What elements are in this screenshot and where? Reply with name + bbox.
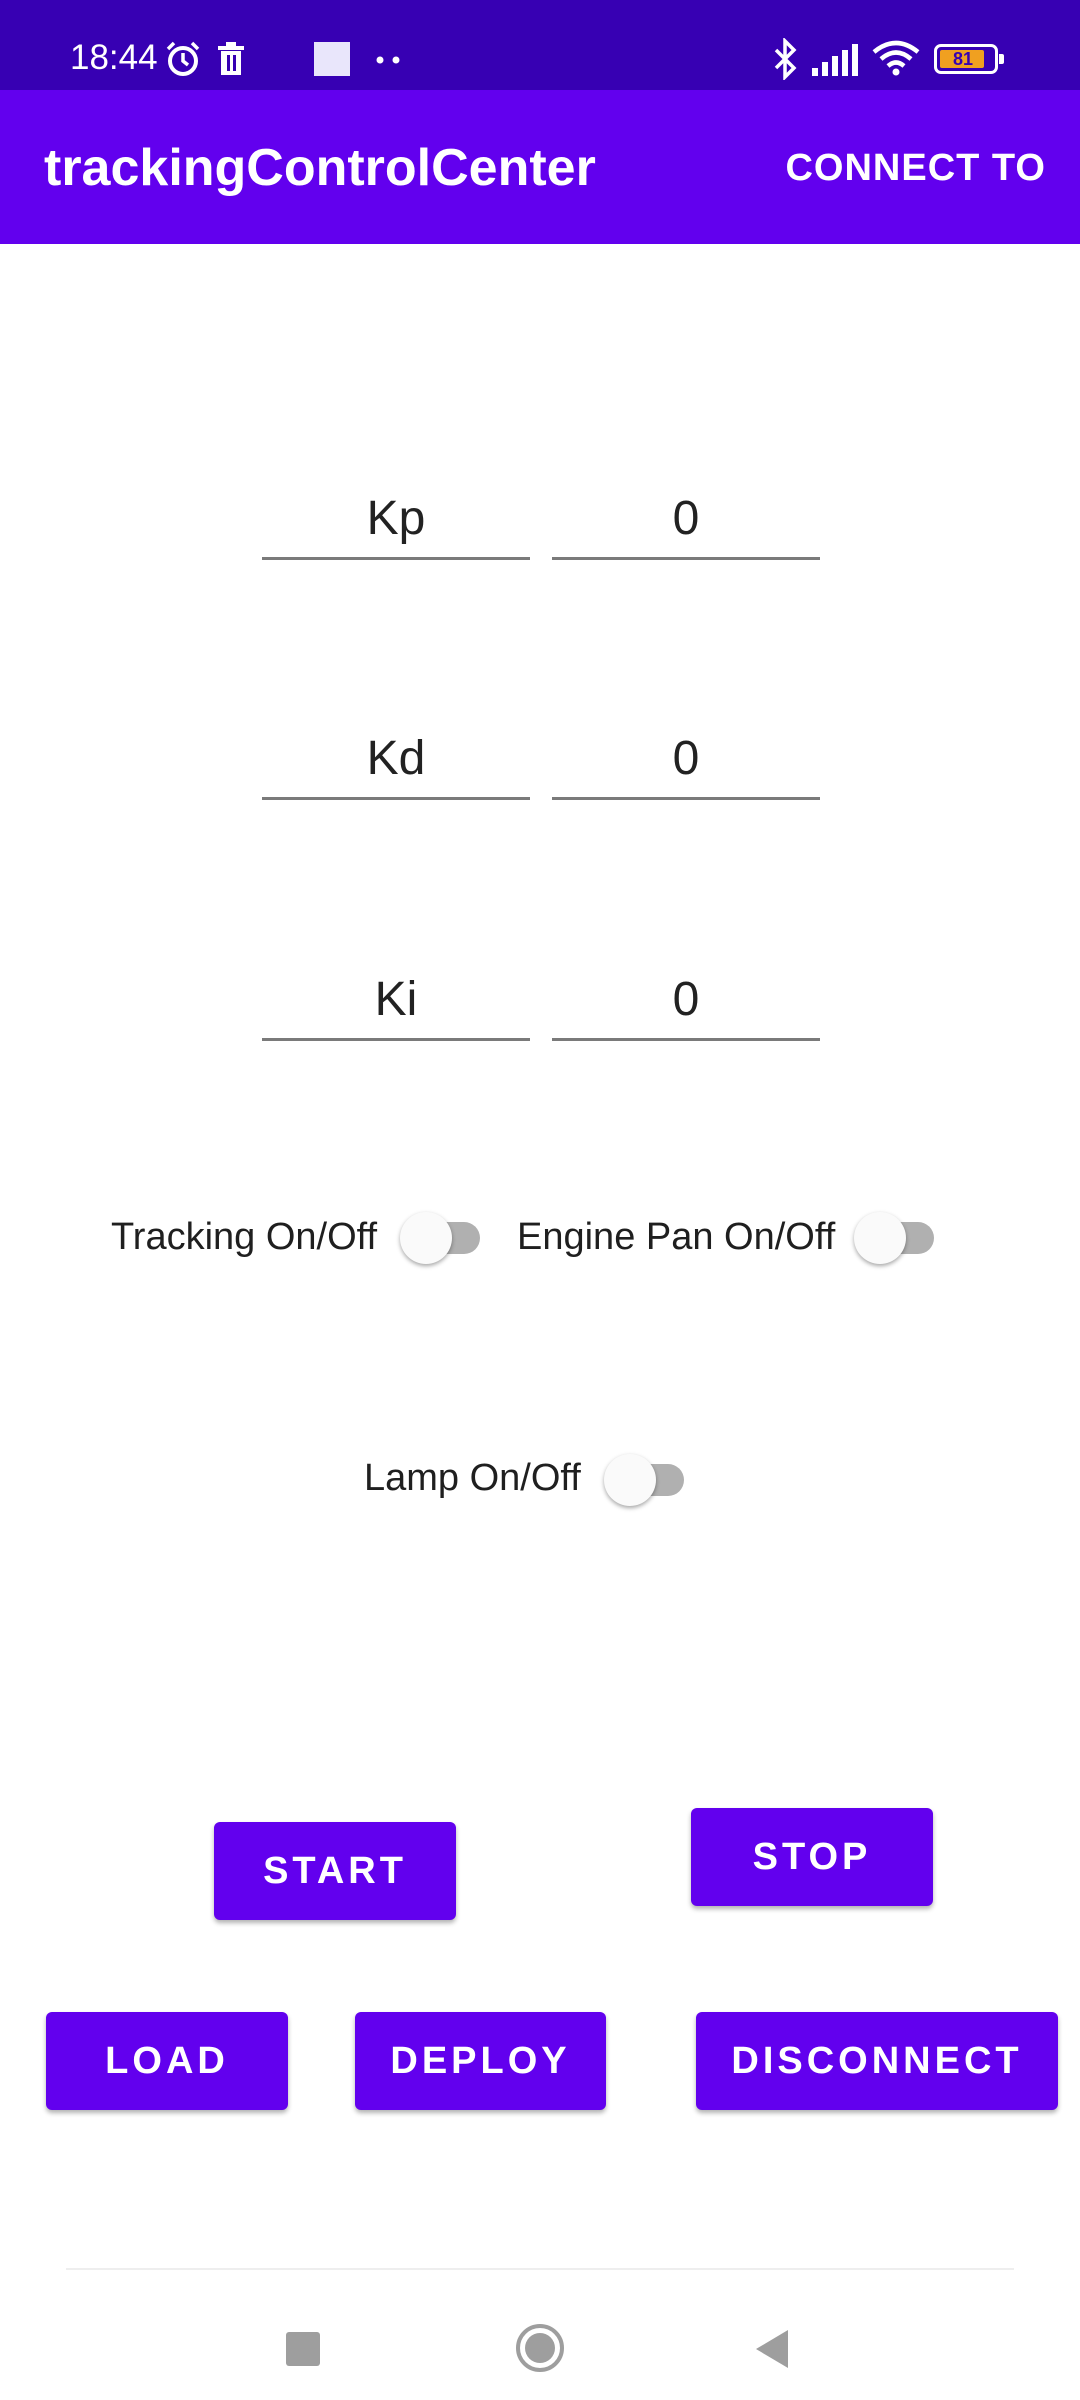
app-title: trackingControlCenter xyxy=(44,139,596,197)
kd-label-field[interactable] xyxy=(262,720,530,800)
back-triangle-icon[interactable] xyxy=(754,2328,790,2370)
tracking-switch-label: Tracking On/Off xyxy=(111,1216,378,1258)
tracking-switch[interactable] xyxy=(400,1208,486,1264)
trash-icon xyxy=(218,42,244,75)
ki-value-field[interactable] xyxy=(552,961,820,1041)
navigation-bar xyxy=(0,2268,1080,2400)
wifi-icon xyxy=(872,40,920,76)
kp-value-field[interactable] xyxy=(552,480,820,560)
home-circle-icon[interactable] xyxy=(514,2322,566,2374)
load-button[interactable]: LOAD xyxy=(46,2012,288,2110)
switch-thumb xyxy=(604,1454,656,1506)
battery-level: 81 xyxy=(952,49,974,69)
status-time: 18:44 xyxy=(70,38,158,77)
square-notification-icon xyxy=(314,42,350,76)
app-bar: trackingControlCenter CONNECT TO xyxy=(0,90,1080,244)
switch-thumb xyxy=(854,1212,906,1264)
bluetooth-icon xyxy=(774,38,797,80)
disconnect-button[interactable]: DISCONNECT xyxy=(696,2012,1058,2110)
lamp-switch-label: Lamp On/Off xyxy=(364,1457,581,1499)
start-button[interactable]: START xyxy=(214,1822,456,1920)
deploy-button[interactable]: DEPLOY xyxy=(355,2012,606,2110)
signal-icon xyxy=(812,44,858,76)
lamp-switch[interactable] xyxy=(604,1450,690,1506)
engine-pan-switch[interactable] xyxy=(854,1208,940,1264)
recents-square-icon[interactable] xyxy=(286,2332,320,2366)
kd-value-field[interactable] xyxy=(552,720,820,800)
ki-label-field[interactable] xyxy=(262,961,530,1041)
battery-icon: 81 xyxy=(934,44,1004,74)
status-bar: 18:44 81 xyxy=(0,0,1080,90)
more-dots-icon xyxy=(376,56,400,64)
alarm-icon xyxy=(166,41,200,76)
kp-label-field[interactable] xyxy=(262,480,530,560)
connect-to-button[interactable]: CONNECT TO xyxy=(785,144,1046,192)
stop-button[interactable]: STOP xyxy=(691,1808,933,1906)
switch-thumb xyxy=(400,1212,452,1264)
engine-pan-switch-label: Engine Pan On/Off xyxy=(517,1216,836,1258)
